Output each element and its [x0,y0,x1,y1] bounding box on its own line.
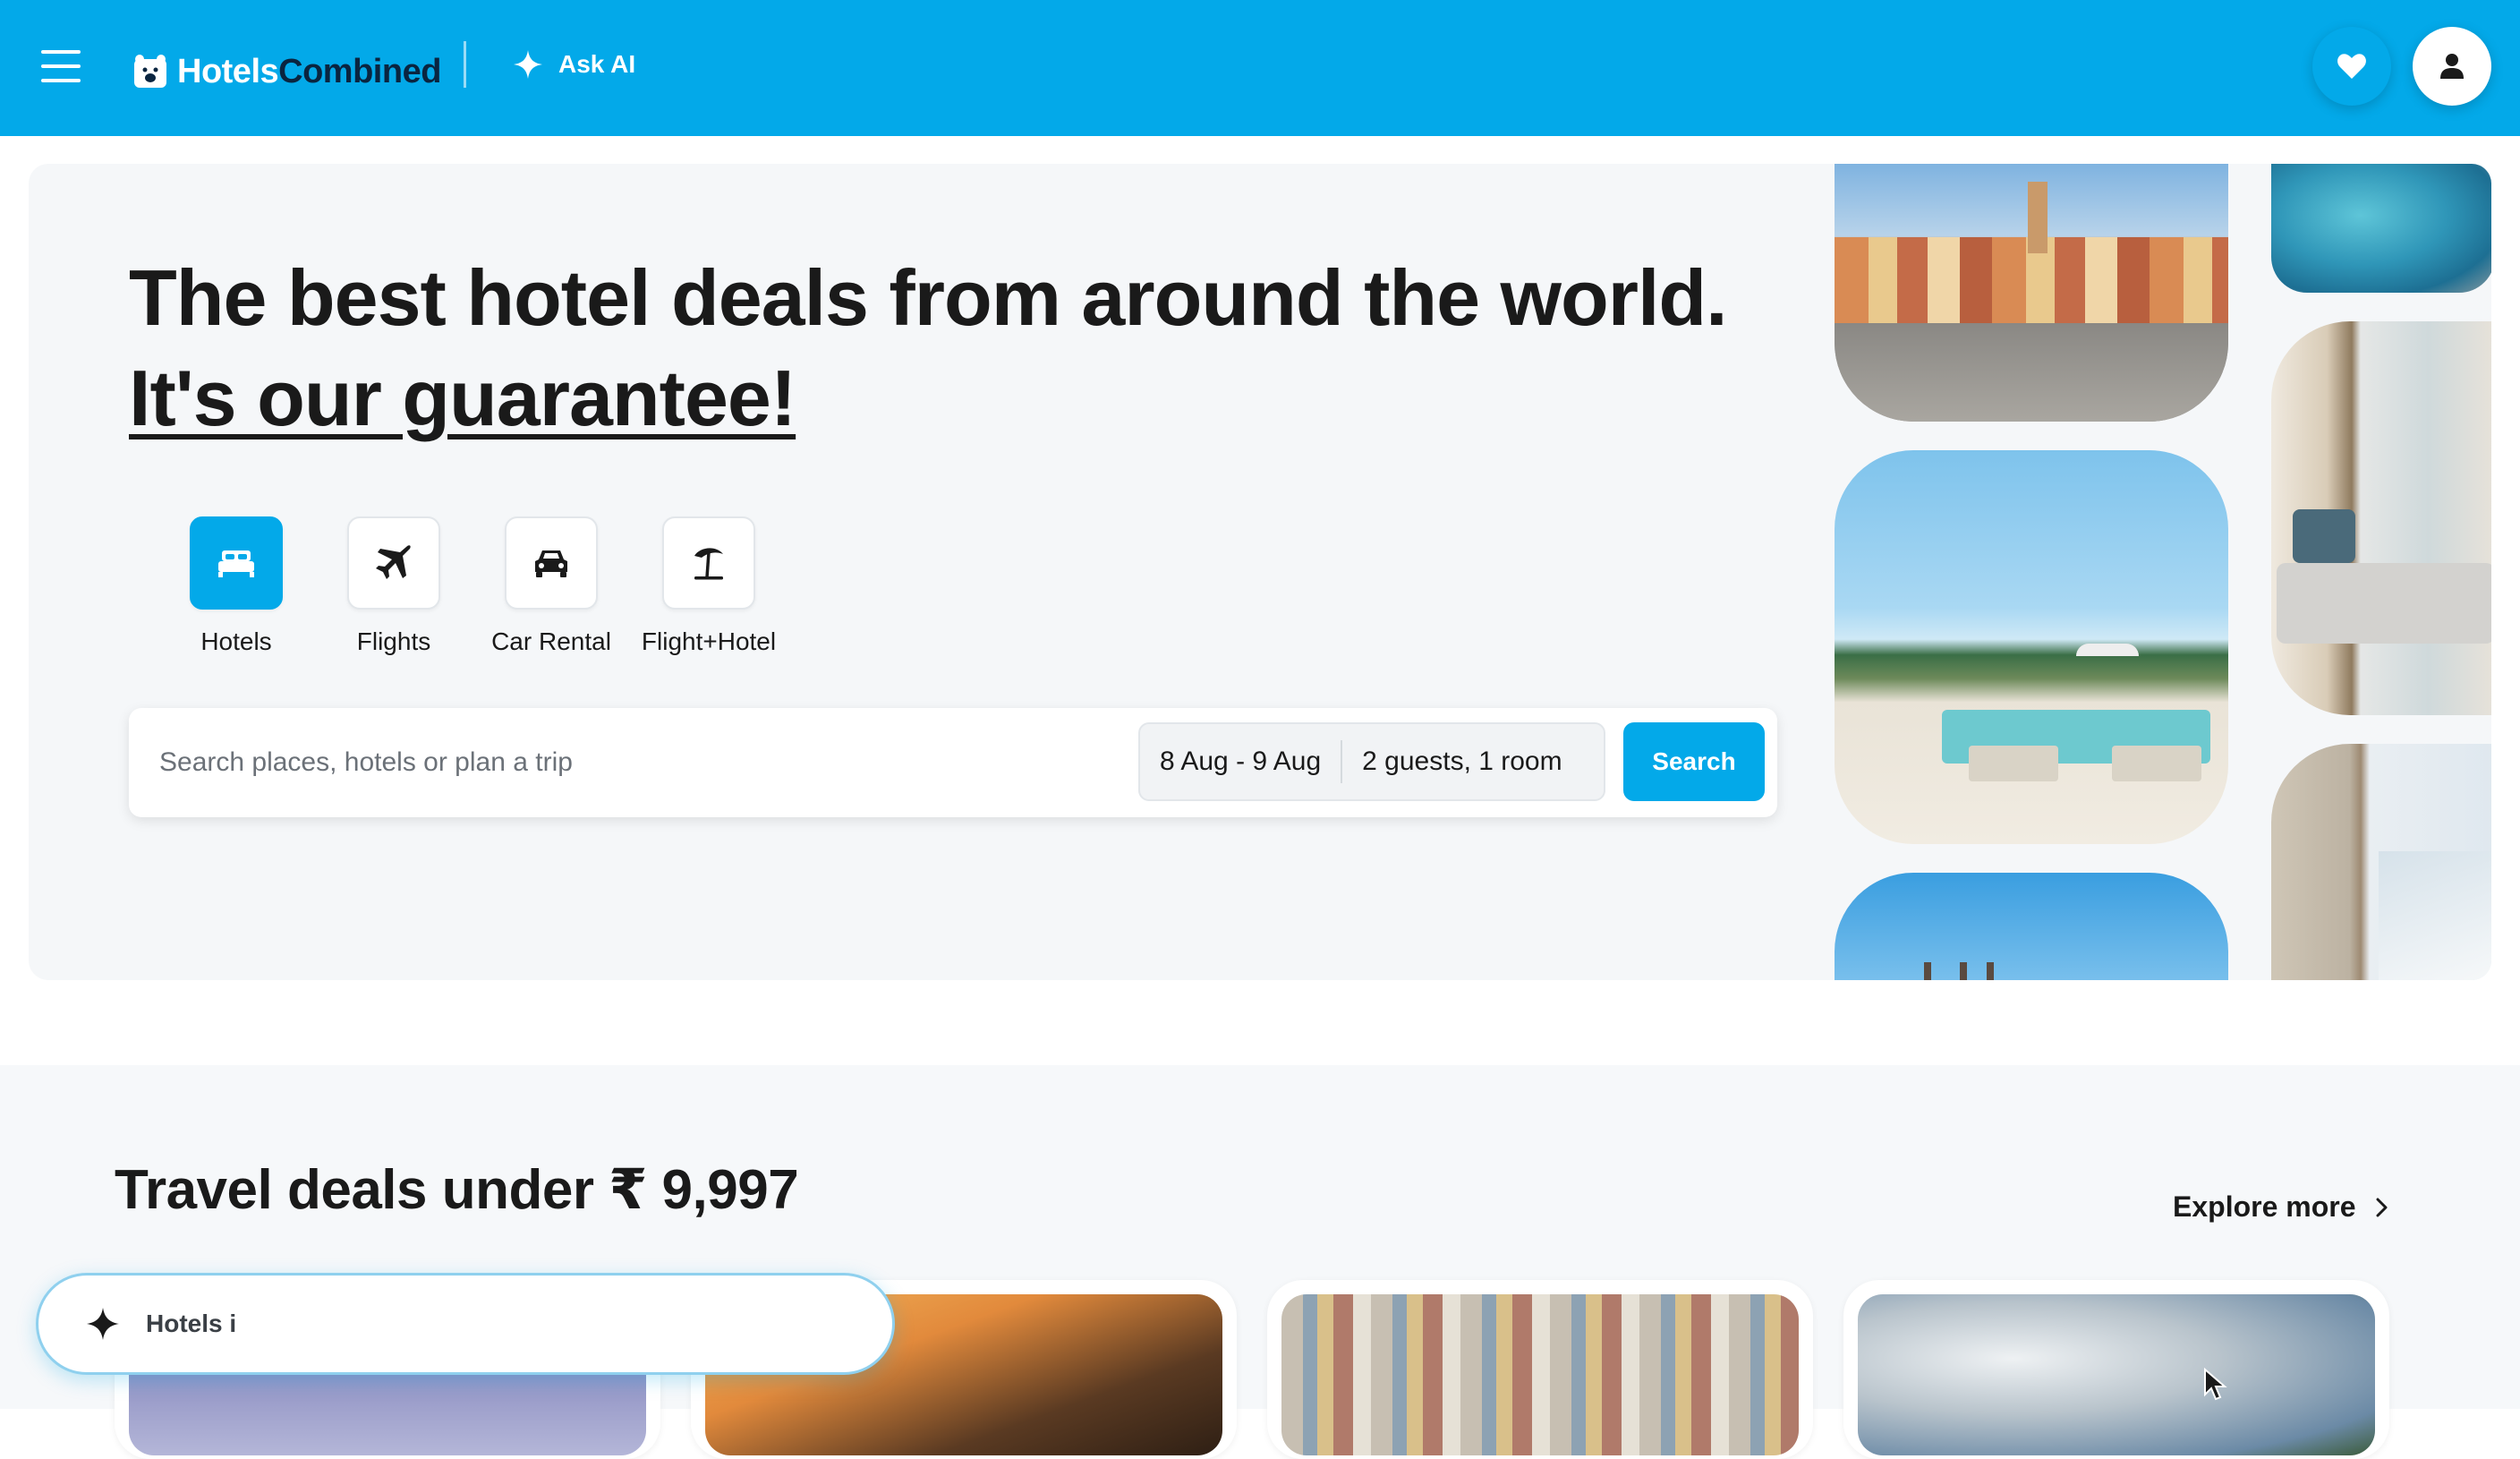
deal-card[interactable] [1267,1280,1813,1459]
guests-rooms-picker[interactable]: 2 guests, 1 room [1342,724,1581,799]
bear-logo-icon [134,55,166,88]
bed-icon [218,550,254,577]
hotel-search-form: 8 Aug - 9 Aug 2 guests, 1 room Search [129,708,1777,817]
hero-image-resort-pool [1835,450,2228,844]
date-range-picker[interactable]: 8 Aug - 9 Aug [1140,724,1341,799]
tab-hotels-label: Hotels [200,627,272,655]
mouse-pointer-icon [2204,1368,2227,1401]
sparkle-icon [87,1308,119,1340]
topbar-divider [464,41,466,88]
chevron-right-icon [2376,1198,2388,1216]
dates-guests-group: 8 Aug - 9 Aug 2 guests, 1 room [1138,722,1605,801]
car-icon [535,550,567,577]
user-icon [2440,54,2464,79]
hotelscombined-logo[interactable]: HotelsCombined [132,50,441,93]
tab-flights-label: Flights [356,627,431,655]
ask-ai-label: Ask AI [558,50,636,78]
favorites-button[interactable] [2312,27,2391,106]
explore-more-label: Explore more [2173,1190,2356,1223]
deal-card[interactable] [1843,1280,2389,1459]
guarantee-link[interactable]: It's our guarantee! [129,354,796,442]
travel-deals-title: Travel deals under ₹ 9,997 [115,1159,799,1221]
heart-icon [2337,54,2366,79]
hamburger-menu-icon[interactable] [41,50,81,82]
deal-image [1281,1294,1799,1455]
logo-text: HotelsCombined [177,52,441,90]
hero-image-hotel-room [2271,321,2491,715]
deal-image [1858,1294,2375,1455]
beach-umbrella-icon [694,548,723,580]
hero-image-snowy-lodge [2271,744,2491,980]
destination-search-input[interactable] [145,722,1129,803]
ai-chat-input[interactable]: Hotels i [36,1273,895,1375]
hero-title: The best hotel deals from around the wor… [129,253,1728,442]
tab-car-rental-label: Car Rental [491,627,611,655]
tab-flight-hotel[interactable]: Flight+Hotel [630,516,788,656]
sparkle-icon [514,50,542,79]
hero-image-old-town-square [1835,164,2228,422]
tab-car-rental[interactable]: Car Rental [472,516,630,656]
top-navigation-bar: HotelsCombined Ask AI [0,0,2520,136]
tab-flights[interactable]: Flights [315,516,472,656]
ask-ai-button[interactable]: Ask AI [512,45,635,84]
search-button[interactable]: Search [1623,722,1765,801]
vertical-tabs: Hotels Flights Car Rental Flight+Hotel [158,516,788,656]
plane-icon [376,545,411,579]
ai-chat-text: Hotels i [146,1310,237,1337]
hero-image-sea-coast [2271,164,2491,293]
account-button[interactable] [2413,27,2491,106]
tab-flight-hotel-label: Flight+Hotel [641,627,777,655]
hero-section: The best hotel deals from around the wor… [29,164,2491,980]
tab-hotels[interactable]: Hotels [158,516,315,656]
hero-image-city-skyline [1835,873,2228,980]
explore-more-link[interactable]: Explore more [2173,1190,2392,1224]
